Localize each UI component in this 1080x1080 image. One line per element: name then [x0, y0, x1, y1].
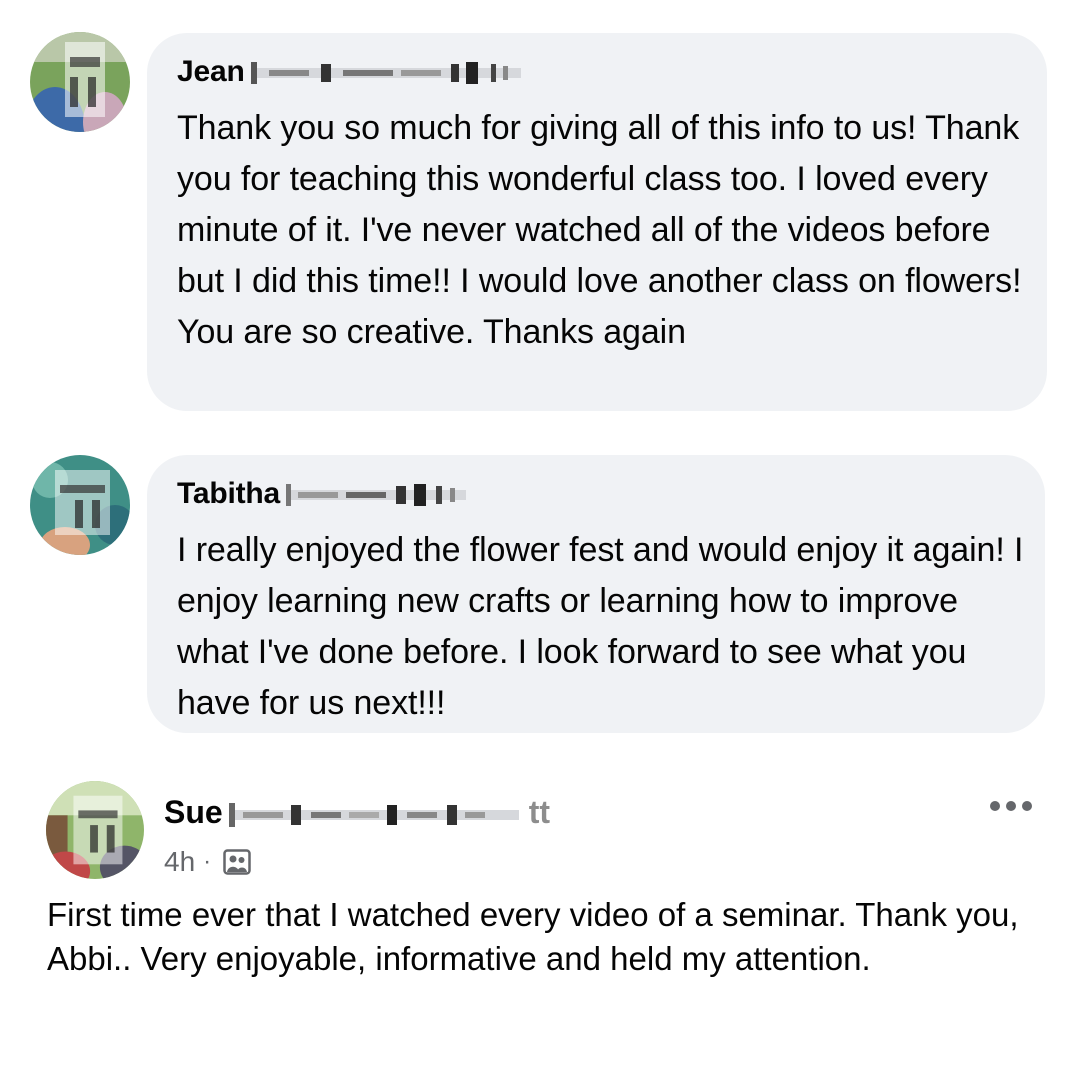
- post-meta: 4h ·: [164, 846, 251, 878]
- avatar-image: [30, 32, 130, 132]
- comment-text: I really enjoyed the flower fest and wou…: [177, 531, 1024, 722]
- redacted-name-blur: [228, 799, 529, 831]
- more-options-button[interactable]: [984, 790, 1038, 826]
- comment-author[interactable]: Tabitha: [177, 477, 476, 511]
- avatar[interactable]: [30, 455, 130, 555]
- redacted-name-blur: [286, 480, 476, 510]
- comment-bubble: Tabitha I really enjoyed the flower fest…: [147, 455, 1045, 733]
- post-text: First time ever that I watched every vid…: [47, 896, 1019, 977]
- comment-text: Thank you so much for giving all of this…: [177, 109, 1022, 351]
- comment-bubble: Jean Thank you so much for giving all of…: [147, 33, 1047, 411]
- comment-author[interactable]: Jean: [177, 55, 531, 89]
- avatar[interactable]: [46, 781, 144, 879]
- post-author[interactable]: Sue tt: [164, 794, 550, 831]
- author-name[interactable]: Jean: [177, 55, 245, 88]
- author-name[interactable]: Sue: [164, 794, 223, 830]
- avatar-image: [46, 781, 144, 879]
- redacted-name-blur: [250, 58, 531, 88]
- avatar[interactable]: [30, 32, 130, 132]
- photo-audience-icon[interactable]: [223, 849, 251, 875]
- author-name-tail: tt: [528, 794, 550, 830]
- post-timestamp[interactable]: 4h: [164, 846, 195, 878]
- author-name[interactable]: Tabitha: [177, 477, 280, 510]
- more-options-icon: [989, 799, 1033, 817]
- meta-separator: ·: [203, 848, 212, 875]
- avatar-image: [30, 455, 130, 555]
